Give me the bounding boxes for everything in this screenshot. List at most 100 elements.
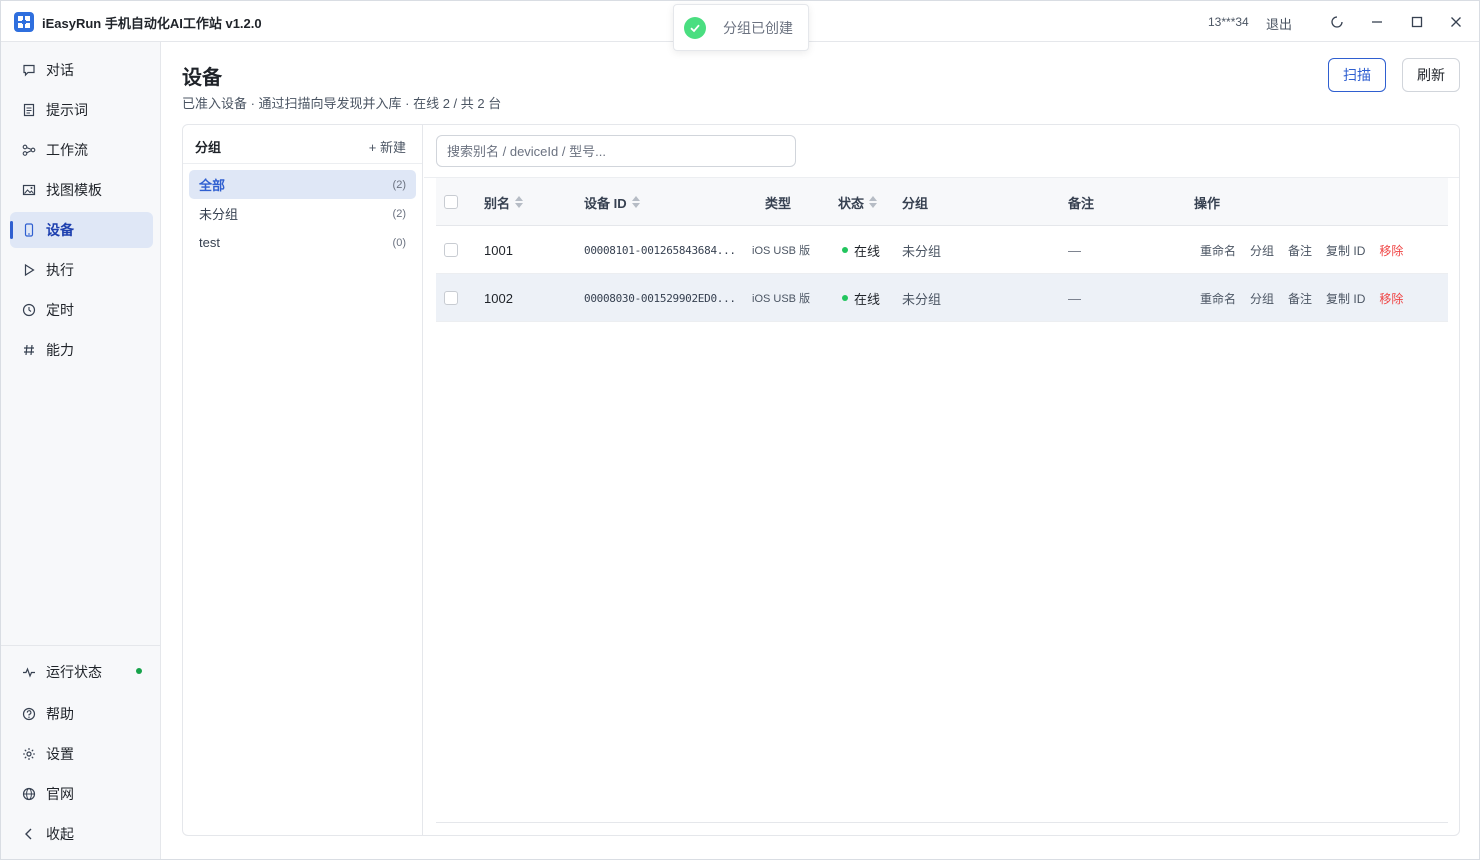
group-action[interactable]: 分组	[1250, 242, 1274, 259]
copy-id-action[interactable]: 复制 ID	[1326, 290, 1365, 307]
user-account: 13***34	[1208, 15, 1249, 29]
note-action[interactable]: 备注	[1288, 242, 1312, 259]
chat-icon	[22, 63, 36, 77]
hash-icon	[22, 343, 36, 357]
minimize-icon[interactable]	[1365, 11, 1389, 33]
pulse-icon	[22, 665, 36, 679]
app-window: iEasyRun 手机自动化AI工作站 v1.2.0 13***34 退出 对话	[0, 0, 1480, 860]
run-status-indicator	[136, 668, 142, 674]
device-type: iOS USB 版	[752, 293, 811, 305]
sidebar-item-label: 定时	[46, 302, 74, 318]
device-list-area: 别名 设备 ID 类型 状态 分组 备注	[424, 125, 1459, 835]
table-row[interactable]: 1001 00008101-001265843684... iOS USB 版 …	[436, 226, 1448, 274]
copy-id-action[interactable]: 复制 ID	[1326, 242, 1365, 259]
refresh-button[interactable]: 刷新	[1402, 58, 1460, 92]
group-panel-title: 分组	[195, 140, 222, 155]
page-title: 设备	[182, 67, 222, 89]
group-count: (2)	[392, 178, 406, 191]
column-status-label: 状态	[838, 195, 865, 211]
column-type: 类型	[765, 195, 792, 211]
sidebar-item-schedule[interactable]: 定时	[10, 292, 153, 328]
group-name: 未分组	[199, 207, 239, 222]
sidebar-item-capabilities[interactable]: 能力	[10, 332, 153, 368]
device-note: —	[1068, 242, 1081, 258]
sidebar-item-label: 提示词	[46, 102, 88, 118]
online-dot-icon	[842, 247, 848, 253]
device-table: 别名 设备 ID 类型 状态 分组 备注 操作 1001 00008101-00…	[436, 178, 1448, 322]
remove-action[interactable]: 移除	[1379, 242, 1403, 259]
sidebar-item-label: 能力	[46, 342, 74, 358]
sort-icon[interactable]	[869, 196, 878, 208]
sidebar: 对话 提示词 工作流 找图模板 设备 执行 定时 能力 运行状态 帮助 设置 官…	[1, 42, 161, 859]
page-subtitle: 已准入设备 · 通过扫描向导发现并入库 · 在线 2 / 共 2 台	[182, 96, 502, 111]
check-circle-icon	[684, 16, 706, 39]
column-alias[interactable]: 别名	[484, 178, 524, 226]
column-actions: 操作	[1194, 195, 1221, 211]
sidebar-item-website[interactable]: 官网	[10, 776, 153, 812]
group-panel: 分组 + 新建 全部 (2) 未分组 (2) test (0)	[183, 125, 423, 835]
phone-icon	[22, 223, 36, 237]
column-alias-label: 别名	[484, 195, 511, 211]
sidebar-collapse-button[interactable]: 收起	[10, 816, 153, 852]
logout-link[interactable]: 退出	[1266, 14, 1292, 33]
sidebar-item-image-templates[interactable]: 找图模板	[10, 172, 153, 208]
column-status[interactable]: 状态	[838, 178, 878, 226]
document-icon	[22, 103, 36, 117]
group-name: 全部	[199, 178, 226, 193]
play-icon	[22, 263, 36, 277]
table-row[interactable]: 1002 00008030-001529902ED0... iOS USB 版 …	[436, 274, 1448, 322]
close-icon[interactable]	[1444, 11, 1468, 33]
remove-action[interactable]: 移除	[1379, 290, 1403, 307]
group-panel-header: 分组 + 新建	[183, 125, 422, 164]
group-name: test	[199, 235, 220, 250]
sidebar-item-execute[interactable]: 执行	[10, 252, 153, 288]
device-type: iOS USB 版	[752, 245, 811, 257]
rename-action[interactable]: 重命名	[1200, 290, 1236, 307]
main-content: 设备 已准入设备 · 通过扫描向导发现并入库 · 在线 2 / 共 2 台 扫描…	[162, 42, 1479, 859]
settings-icon	[22, 747, 36, 761]
column-note: 备注	[1068, 195, 1095, 211]
row-checkbox[interactable]	[444, 291, 458, 305]
maximize-icon[interactable]	[1405, 11, 1429, 33]
select-all-checkbox[interactable]	[444, 195, 458, 209]
sidebar-item-run-status[interactable]: 运行状态	[10, 654, 153, 690]
theme-toggle-icon[interactable]	[1325, 11, 1349, 33]
table-footer-divider	[436, 822, 1448, 823]
app-logo-icon	[14, 12, 34, 32]
sidebar-item-help[interactable]: 帮助	[10, 696, 153, 732]
sidebar-item-settings[interactable]: 设置	[10, 736, 153, 772]
sort-icon[interactable]	[631, 196, 640, 208]
devices-panel: 分组 + 新建 全部 (2) 未分组 (2) test (0) 搜索别名 / d…	[182, 124, 1460, 836]
rename-action[interactable]: 重命名	[1200, 242, 1236, 259]
new-group-button[interactable]: + 新建	[369, 137, 406, 156]
group-item-all[interactable]: 全部 (2)	[189, 170, 416, 199]
table-header: 别名 设备 ID 类型 状态 分组 备注 操作	[436, 178, 1448, 226]
note-action[interactable]: 备注	[1288, 290, 1312, 307]
device-id: 00008030-001529902ED0...	[584, 291, 736, 305]
device-alias: 1002	[484, 290, 513, 306]
device-group: 未分组	[902, 291, 942, 307]
sidebar-item-workflow[interactable]: 工作流	[10, 132, 153, 168]
sidebar-item-label: 找图模板	[46, 182, 102, 198]
row-checkbox[interactable]	[444, 243, 458, 257]
clock-icon	[22, 303, 36, 317]
group-action[interactable]: 分组	[1250, 290, 1274, 307]
sidebar-item-prompts[interactable]: 提示词	[10, 92, 153, 128]
row-actions: 重命名 分组 备注 复制 ID 移除	[1200, 226, 1417, 274]
status-label: 在线	[854, 291, 881, 307]
group-item-test[interactable]: test (0)	[189, 228, 416, 257]
sidebar-item-label: 工作流	[46, 142, 88, 158]
group-item-ungrouped[interactable]: 未分组 (2)	[189, 199, 416, 228]
status-badge: 在线	[842, 226, 880, 274]
column-group: 分组	[902, 195, 929, 211]
search-input[interactable]	[436, 135, 796, 167]
sidebar-item-label: 运行状态	[46, 664, 102, 680]
sidebar-item-label: 官网	[46, 786, 74, 802]
column-device-id[interactable]: 设备 ID	[584, 178, 640, 226]
sidebar-item-devices[interactable]: 设备	[10, 212, 153, 248]
sidebar-item-chat[interactable]: 对话	[10, 52, 153, 88]
help-icon	[22, 707, 36, 721]
scan-button[interactable]: 扫描	[1328, 58, 1386, 92]
sort-icon[interactable]	[515, 196, 524, 208]
sidebar-item-label: 执行	[46, 262, 74, 278]
